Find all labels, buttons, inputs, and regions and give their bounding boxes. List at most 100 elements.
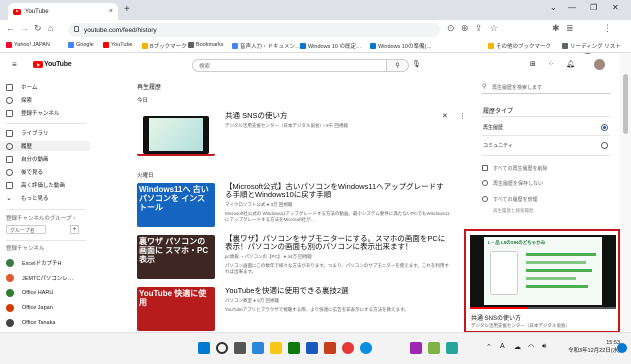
word-icon[interactable] (306, 342, 318, 354)
chrome-icon[interactable] (342, 342, 354, 354)
radio-watch-history[interactable] (601, 124, 608, 131)
bookmark-item[interactable]: YouTube (103, 42, 133, 48)
reload-icon[interactable]: ↻ (34, 23, 42, 34)
create-video-icon[interactable]: ⊞ (530, 60, 536, 68)
clear-history-button[interactable]: すべての再生履歴を削除 (493, 165, 547, 172)
close-tab-icon[interactable]: × (109, 8, 113, 15)
sidebar-item-watch-later[interactable]: 後で見る (6, 167, 43, 177)
bookmark-item[interactable]: Bookmarks (188, 42, 224, 48)
hamburger-menu-icon[interactable]: ≡ (12, 60, 17, 69)
start-icon[interactable] (198, 342, 210, 354)
forward-icon[interactable]: → (20, 23, 29, 33)
apps-icon[interactable]: ⁘ (548, 60, 554, 68)
video-thumbnail[interactable]: Windows11へ 古いパソコンを インストール (137, 183, 215, 227)
task-view-icon[interactable] (234, 342, 246, 354)
video-title[interactable]: 【Microsoft公式】古いパソコンをWindows11へアップグレードする手… (225, 183, 450, 199)
microphone-icon[interactable]: 🎙︎ (412, 60, 421, 68)
bookmark-item[interactable]: Windows 10 の既定… (300, 42, 362, 50)
powerpoint-icon[interactable] (324, 342, 336, 354)
add-group-button[interactable]: + (70, 225, 79, 234)
notification-icon[interactable] (617, 343, 627, 353)
extensions-puzzle-icon[interactable]: ✱ (552, 23, 560, 34)
channel-item[interactable]: ExcelドカプチH (6, 258, 61, 268)
file-explorer-icon[interactable] (270, 342, 282, 354)
group-select[interactable]: グループ名 (6, 225, 46, 234)
back-icon[interactable]: ← (6, 23, 15, 33)
search-input[interactable]: 検索 (192, 59, 387, 72)
search-icon[interactable] (216, 342, 228, 354)
app-icon[interactable] (428, 342, 440, 354)
google-lens-icon[interactable]: ⊙ (447, 23, 455, 34)
sidebar-item-home[interactable]: ホーム (6, 82, 37, 92)
video-title[interactable]: YouTubeを快適に使用できる裏技2選 (225, 287, 450, 295)
ime-icon[interactable]: A (500, 343, 505, 350)
notifications-icon[interactable]: 🔔︎ (566, 60, 575, 68)
account-avatar[interactable] (594, 59, 605, 70)
bookmark-item[interactable]: Google (68, 42, 94, 48)
onedrive-icon[interactable]: ☁ (514, 343, 521, 351)
history-video[interactable]: YouTube 快適に使用 YouTubeを快適に使用できる裏技2選 パソコン教… (137, 287, 457, 332)
search-button[interactable]: ⚲ (387, 59, 409, 72)
sidebar-item-library[interactable]: ライブラリ (6, 128, 49, 138)
video-thumbnail[interactable]: YouTube 快適に使用 (137, 287, 215, 331)
bookmark-item[interactable]: Windows 10の準備(… (370, 42, 432, 50)
channel-item[interactable]: Office Tanaka (6, 318, 55, 328)
chrome-menu-icon[interactable]: ⋮ (603, 23, 612, 34)
close-window-button[interactable]: ✕ (612, 3, 619, 12)
history-video[interactable]: 共通 SNSの使い方 デジタル活用支援センター（日本デジタル協会）・8千 回視聴… (137, 112, 465, 158)
channel-item[interactable]: Office Japan (6, 303, 53, 313)
history-video[interactable]: Windows11へ 古いパソコンを インストール 【Microsoft公式】古… (137, 183, 457, 231)
youtube-logo[interactable]: YouTube (33, 61, 72, 68)
home-icon[interactable]: ⌂ (48, 23, 53, 33)
history-search-input[interactable]: 再生履歴を検索します (482, 84, 610, 94)
remove-from-history-icon[interactable]: ✕ (442, 112, 448, 120)
browser-tab[interactable]: YouTube × (8, 3, 118, 20)
edge-icon[interactable] (360, 342, 372, 354)
mini-player-title[interactable]: 共通 SNSの使い方 (471, 313, 521, 322)
sidebar-item-explore[interactable]: 探索 (6, 95, 32, 105)
new-tab-button[interactable]: + (124, 4, 130, 15)
history-video[interactable]: 裏ワザ パソコンの画面に スマホ・PC 表示 【裏ワザ】パソコンをサブモニターに… (137, 235, 457, 283)
video-thumbnail[interactable] (137, 112, 215, 156)
share-icon[interactable]: ⇪ (475, 23, 483, 34)
other-bookmarks[interactable]: その他のブックマーク (488, 42, 551, 50)
app-icon[interactable] (410, 342, 422, 354)
zoom-icon[interactable]: ⊕ (461, 23, 469, 34)
widgets-icon[interactable] (252, 342, 264, 354)
video-thumbnail[interactable]: 裏ワザ パソコンの画面に スマホ・PC 表示 (137, 235, 215, 279)
channel-item[interactable]: Office HARU (6, 288, 53, 298)
maximize-button[interactable]: ❐ (590, 3, 597, 12)
sidebar-item-my-videos[interactable]: 自分の動画 (6, 154, 49, 164)
manage-history-button[interactable]: すべての履歴を管理 (493, 196, 537, 203)
pause-history-button[interactable]: 再生履歴を保存しない (493, 180, 543, 187)
excel-icon[interactable] (288, 342, 300, 354)
volume-icon[interactable]: 🔊︎ (542, 343, 546, 351)
minimize-button[interactable]: — (568, 3, 576, 12)
scrollbar-thumb[interactable] (623, 74, 628, 134)
bookmark-item[interactable]: Bブックマーク (142, 42, 187, 50)
bookmark-item[interactable]: 音声入力・ドキュメン… (232, 42, 301, 50)
bookmark-star-icon[interactable]: ☆ (490, 23, 498, 34)
mini-player[interactable]: L・品 L5のSINのどちゃかみ 共通 SNSの使い方 デジタル活用支援センター… (464, 229, 620, 333)
video-title[interactable]: 【裏ワザ】パソコンをサブモニターにする。スマホの画面をPCに表示！パソコンの画面… (225, 235, 450, 251)
tray-chevron-icon[interactable]: ⌃ (486, 343, 492, 351)
reading-list-icon[interactable]: ≣ (566, 23, 574, 34)
page-scrollbar[interactable] (620, 54, 631, 332)
option-community[interactable]: コミュニティ (483, 142, 513, 149)
channel-item[interactable]: JEMTCパソコンレ… (6, 273, 73, 283)
reading-list[interactable]: リーディング リスト (562, 42, 621, 50)
sidebar-item-show-more[interactable]: ⌄ もっと見る (6, 193, 49, 203)
sidebar-item-liked[interactable]: 高く評価した動画 (6, 180, 65, 190)
sidebar-item-history[interactable]: 履歴 (0, 141, 90, 151)
bookmark-item[interactable]: Yahoo! JAPAN (6, 42, 50, 48)
mini-player-video[interactable]: L・品 L5のSINのどちゃかみ (470, 235, 616, 307)
progress-track[interactable] (470, 307, 616, 309)
wifi-icon[interactable]: ◠ (528, 343, 534, 351)
taskbar-clock[interactable]: 15:53 令和3年12月22日(水) (568, 339, 620, 355)
video-title[interactable]: 共通 SNSの使い方 (225, 112, 450, 120)
tab-search-icon[interactable]: ⌄ (550, 3, 557, 12)
sidebar-item-subscriptions[interactable]: 登録チャンネル (6, 108, 59, 118)
radio-community[interactable] (601, 142, 608, 149)
app-icon[interactable] (446, 342, 458, 354)
option-watch-history[interactable]: 再生履歴 (483, 124, 503, 131)
